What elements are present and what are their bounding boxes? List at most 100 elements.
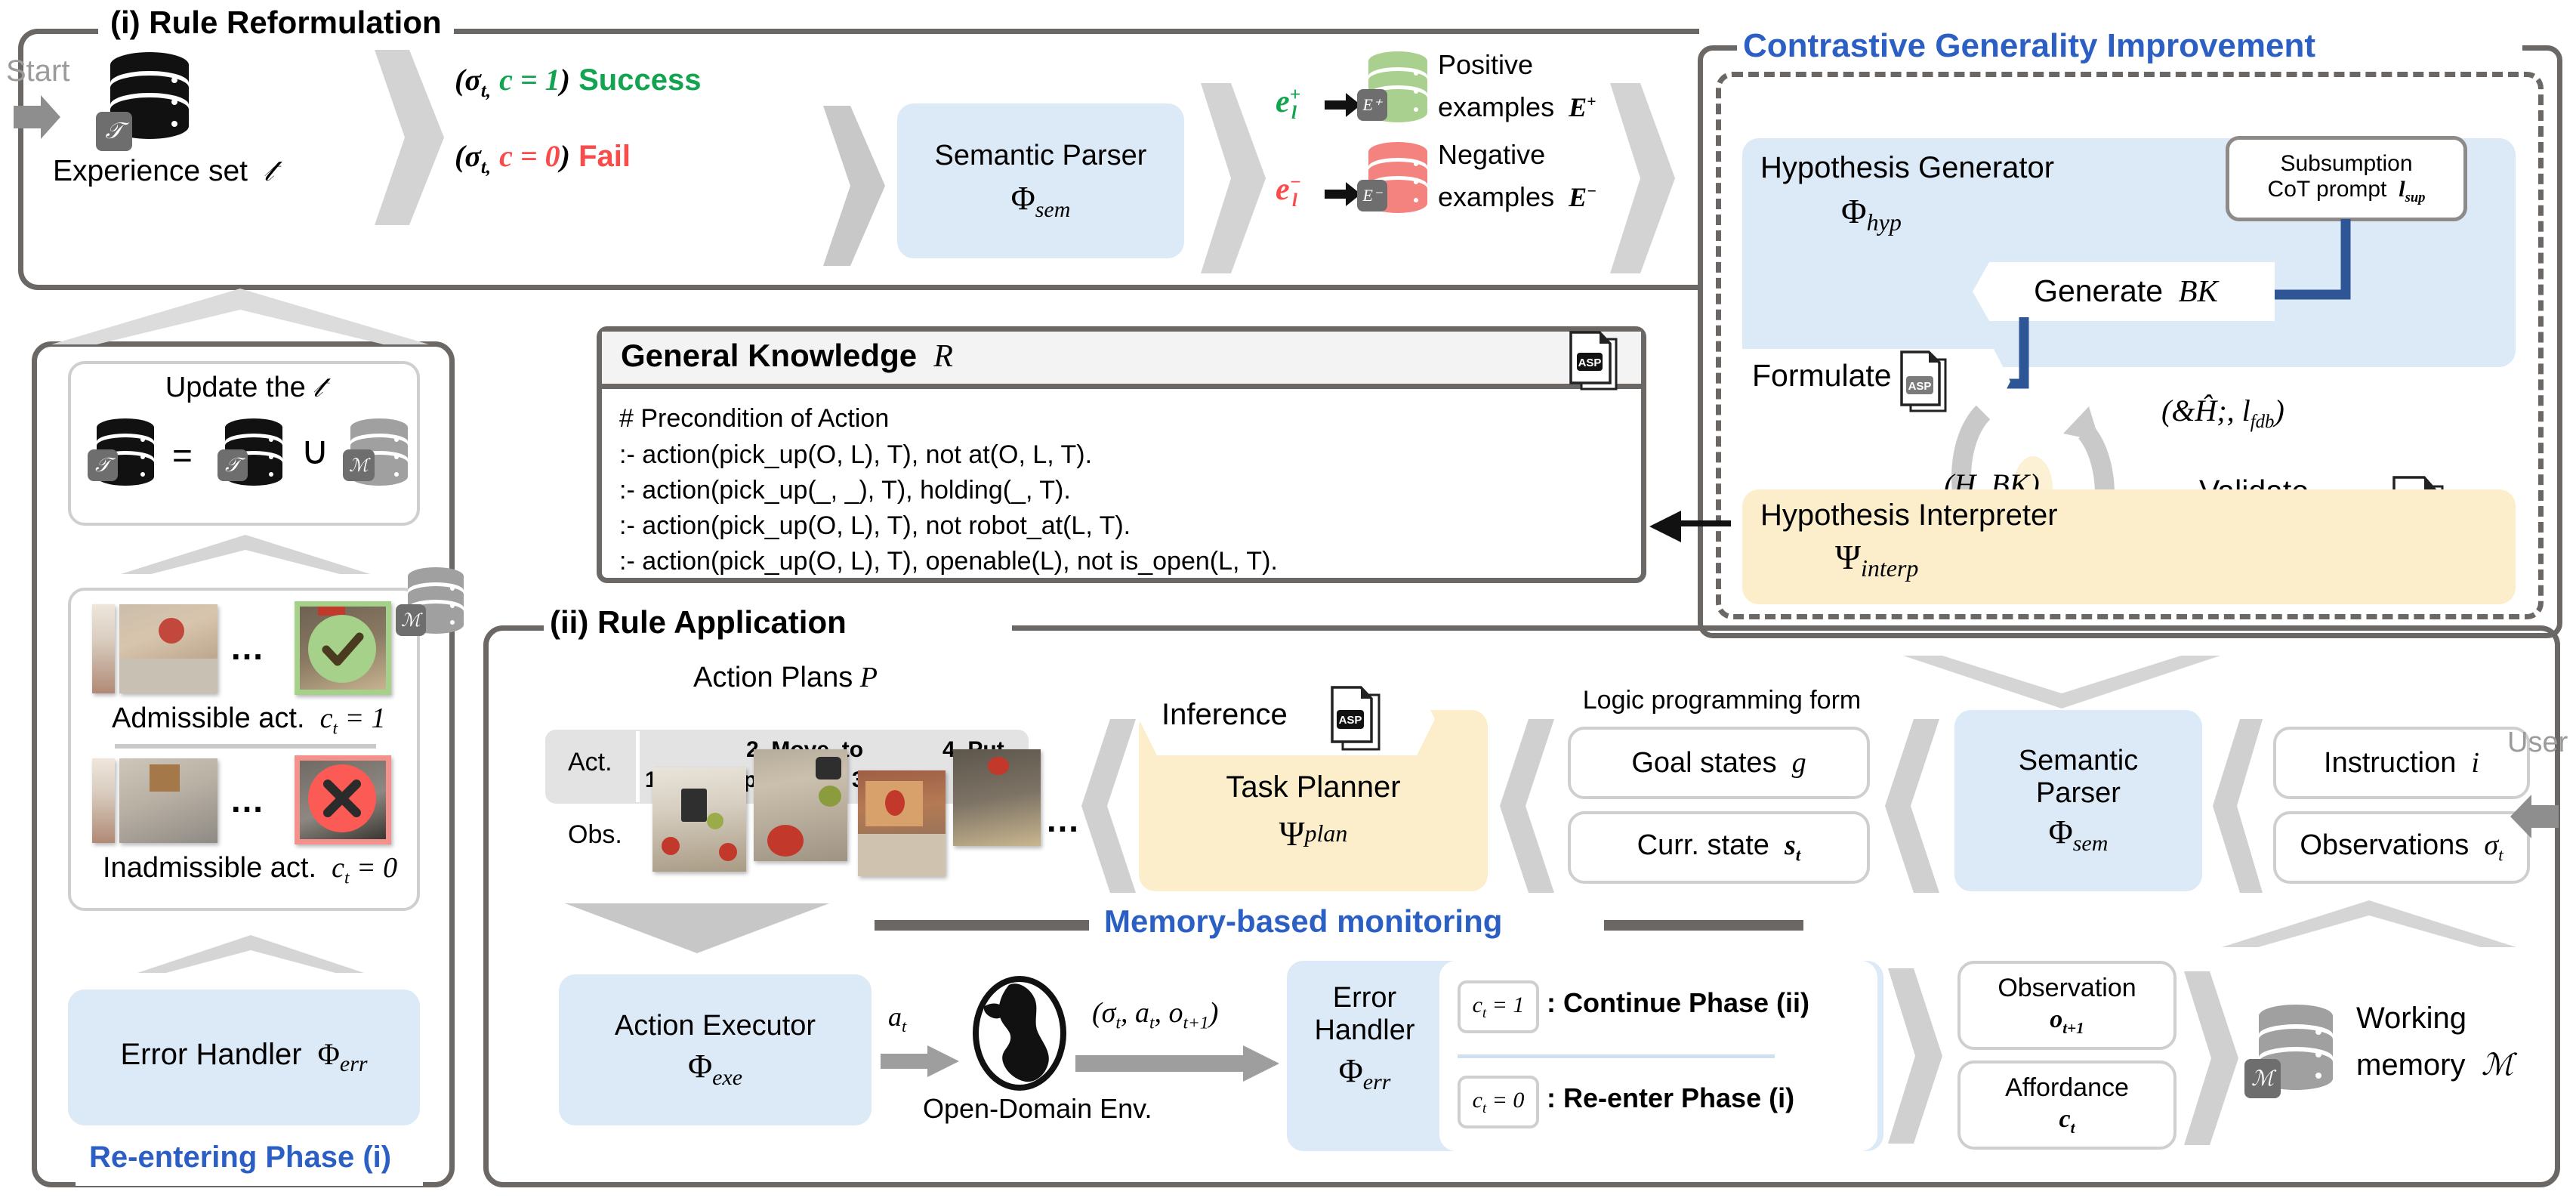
observation-output-label: Observation	[1998, 973, 2136, 1002]
subsumption-prompt-box: Subsumption CoT prompt lsup	[2226, 136, 2467, 221]
chevron-parser-to-logicform	[1885, 719, 1939, 893]
curr-state-box: Curr. state st	[1568, 811, 1870, 884]
chevron-parser-to-examples	[1201, 83, 1266, 273]
general-knowledge-title: General Knowledge R	[621, 338, 953, 374]
cgi-to-knowledge-arrow	[1648, 508, 1731, 545]
inadmissible-label-text: Inadmissible act.	[103, 852, 317, 884]
env-caption: Open-Domain Env.	[923, 1093, 1152, 1124]
action-executor-box: Action Executor Φexe	[559, 974, 872, 1125]
monitoring-rule-right	[1604, 920, 1803, 931]
admissible-label-text: Admissible act.	[112, 702, 305, 734]
positive-examples-word: examples	[1438, 91, 1555, 122]
observation-output-symbol: ot+1	[2050, 1005, 2084, 1037]
memory-db-tag-examples: ℳ	[396, 604, 426, 636]
start-label: Start	[6, 54, 70, 88]
reenter-footer-label: Re-entering Phase (i)	[89, 1141, 392, 1174]
examples-divider	[115, 744, 376, 749]
chevron-up-phase2-to-phase1	[1903, 654, 2220, 713]
chevron-up-examples-to-update	[121, 533, 370, 577]
negative-examples-label-line2: examples E−	[1438, 181, 1597, 212]
hypothesis-generator-label: Hypothesis Generator	[1760, 151, 2055, 184]
subsumption-prompt-line1: Subsumption	[2280, 151, 2413, 177]
error-handler-line1: Error	[1332, 982, 1397, 1014]
executor-to-env-arrow-icon	[881, 1044, 959, 1079]
observation-output-box: Observation ot+1	[1957, 961, 2176, 1050]
chevron-examples-to-cgi	[1610, 83, 1675, 273]
start-arrow-icon	[11, 91, 63, 144]
experience-caption-text: Experience set	[53, 155, 248, 187]
chevron-planner-to-plans	[1081, 719, 1136, 893]
curr-state-text: Curr. state	[1637, 829, 1769, 862]
admissible-ellipsis: …	[230, 628, 269, 667]
check-icon	[307, 613, 378, 684]
positive-db-tag: E⁺	[1357, 89, 1387, 121]
svg-text:ASP: ASP	[1339, 714, 1362, 727]
instruction-label: Instruction i	[2324, 746, 2479, 779]
asp-doc-icon-general-knowledge: ASP	[1565, 330, 1625, 392]
condition-text-1: : Re-enter Phase (i)	[1547, 1082, 1795, 1113]
negative-example-symbol: e−l	[1276, 172, 1301, 211]
semantic-parser-line1-phase2: Semantic	[2018, 745, 2139, 777]
chevron-branches-to-parser	[823, 106, 885, 266]
condition-badge-1-text: ct = 0	[1472, 1087, 1525, 1116]
affordance-output-box: Affordance ct	[1957, 1060, 2176, 1150]
general-knowledge-rule-3: :- action(pick_up(O, L), T), openable(L)…	[619, 547, 1278, 576]
instruction-text: Instruction	[2324, 746, 2457, 779]
branch-success-verdict: Success	[578, 63, 702, 97]
asp-doc-icon-inference: ASP	[1325, 684, 1387, 752]
condition-badge-0-text: ct = 1	[1472, 992, 1525, 1021]
experience-caption: Experience set 𝓉	[53, 153, 274, 187]
affordance-output-symbol: ct	[2059, 1104, 2075, 1137]
subsumption-prompt-line2: CoT prompt lsup	[2267, 176, 2426, 205]
goal-states-box: Goal states g	[1568, 727, 1870, 799]
error-handler-line2: Handler	[1314, 1014, 1415, 1046]
update-title-text: Update the	[165, 372, 306, 403]
semantic-parser-box-phase2: Semantic Parser Φsem	[1954, 710, 2202, 891]
error-handler-label-left: Error Handler Φerr	[120, 1037, 368, 1077]
admissible-label: Admissible act. ct = 1	[112, 702, 386, 739]
observations-box: Observations σt	[2273, 811, 2530, 884]
chevron-experience-to-parser	[375, 50, 444, 225]
observations-text: Observations	[2300, 829, 2470, 862]
positive-examples-label-line2: examples E+	[1438, 91, 1597, 122]
subsumption-prompt-text: CoT prompt	[2267, 176, 2387, 202]
inadmissible-thumb-0	[92, 758, 115, 843]
general-knowledge-rule-2: :- action(pick_up(O, L), T), not robot_a…	[619, 511, 1131, 540]
update-union: ∪	[301, 429, 330, 473]
goal-states-text: Goal states	[1631, 746, 1777, 779]
experience-db-tag: 𝒯	[96, 112, 132, 151]
svg-text:ASP: ASP	[1908, 380, 1932, 393]
inadmissible-thumb-1	[119, 758, 217, 843]
admissible-thumb-0	[92, 604, 115, 693]
condition-badge-1: ct = 0	[1458, 1076, 1539, 1128]
error-handler-text-left: Error Handler	[120, 1038, 302, 1072]
action-plans-row-label-obs: Obs.	[568, 820, 622, 849]
instruction-box: Instruction i	[2273, 727, 2530, 799]
hypothesis-interpreter-symbol: Ψinterp	[1835, 538, 1919, 582]
error-handler-box-left: Error Handler Φerr	[68, 989, 420, 1125]
conditions-divider	[1458, 1054, 1775, 1058]
task-planner-symbol: Ψplan	[1279, 814, 1348, 853]
working-memory-label-line1: Working	[2356, 1002, 2466, 1035]
task-planner-label: Task Planner	[1226, 770, 1401, 804]
working-memory-db-tag: ℳ	[2244, 1059, 2281, 1098]
goal-states-label: Goal states g	[1631, 746, 1806, 779]
action-executor-symbol: Φexe	[687, 1048, 743, 1090]
user-label: User	[2507, 727, 2568, 758]
condition-badge-0: ct = 1	[1458, 980, 1539, 1033]
formulate-label: Formulate	[1752, 358, 1892, 393]
working-memory-label-line2: memory ℳ	[2356, 1048, 2514, 1082]
admissible-thumb-1	[119, 604, 217, 693]
edge-label-hhat-lfdb: (&Ĥ;, lfdb)	[2161, 394, 2284, 432]
obs-thumb-4	[953, 749, 1041, 846]
env-to-errorhandler-arrow-icon	[1075, 1044, 1279, 1083]
chevron-errorhandler-to-outputs	[1888, 968, 1942, 1144]
monitoring-rule-left	[875, 920, 1089, 931]
branch-fail: (σt, c = 0) Fail	[455, 139, 631, 178]
action-arrow-label: at	[888, 1002, 907, 1036]
action-plans-title: Action Plans P	[693, 662, 878, 693]
env-tuple-label: (σt, at, ot+1)	[1092, 997, 1219, 1033]
cross-icon	[307, 763, 378, 834]
branch-success: (σt, c = 1) Success	[455, 63, 702, 101]
negative-examples-label-line1: Negative	[1438, 139, 1546, 170]
